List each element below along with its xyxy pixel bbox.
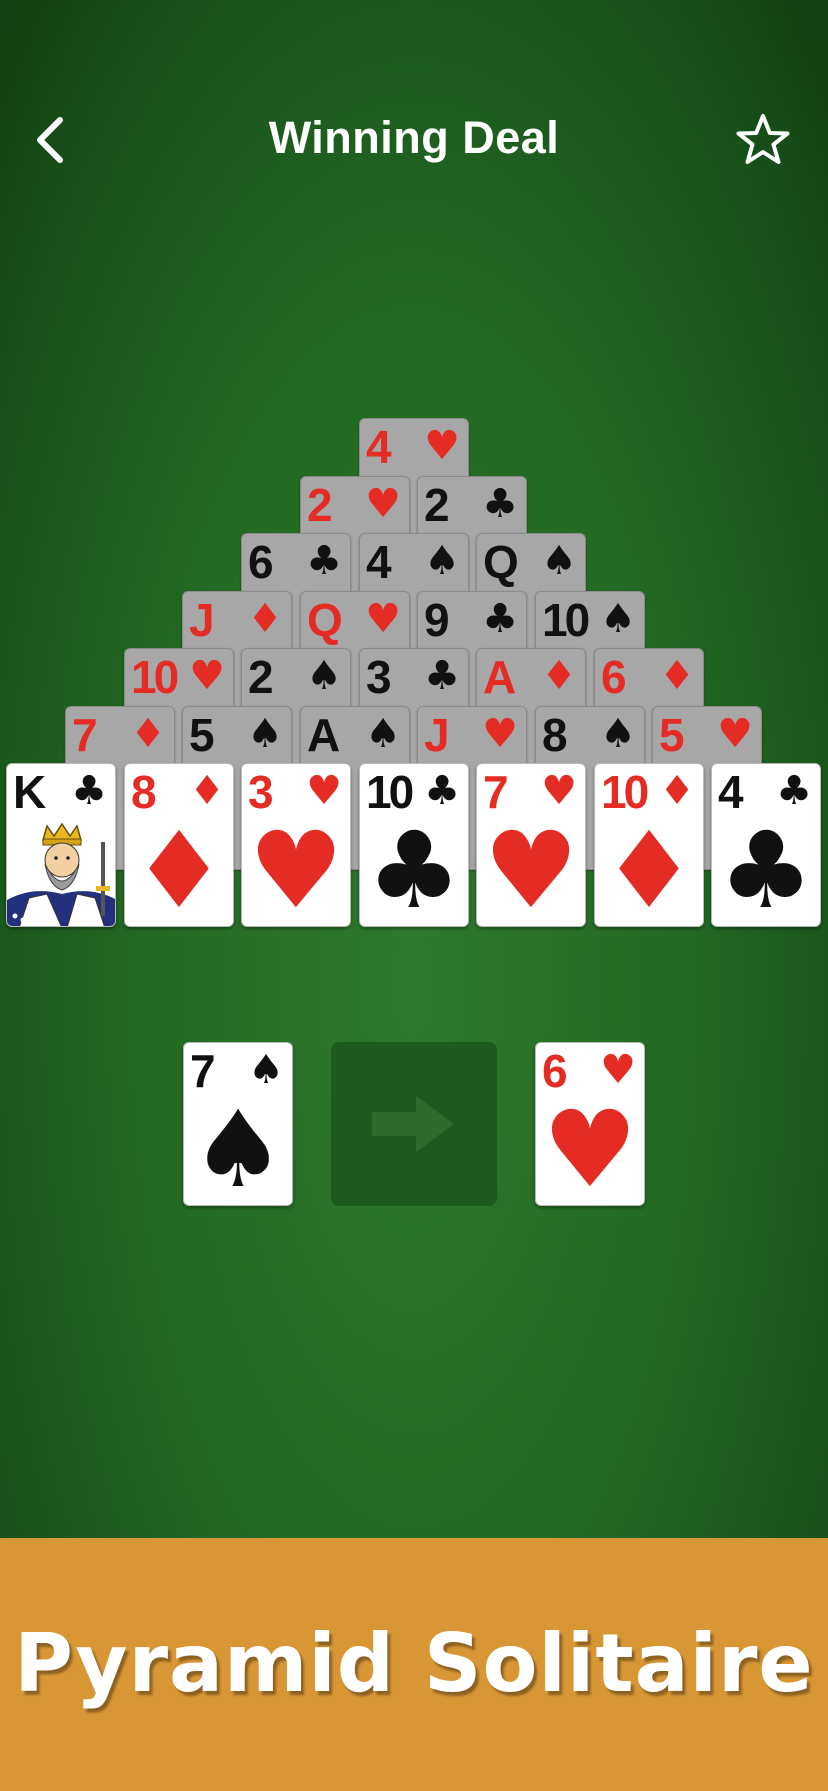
card-rank: 6 bbox=[601, 651, 627, 703]
card-suit: ♣ bbox=[482, 596, 518, 642]
card-suit: ♦ bbox=[189, 768, 225, 814]
pyramid-card[interactable]: 10 ♣ ♣ bbox=[359, 763, 469, 927]
card-rank: 7 bbox=[72, 709, 98, 761]
banner-title: Pyramid Solitaire bbox=[14, 1617, 814, 1710]
card-suit: ♦ bbox=[130, 711, 166, 757]
card-rank: J bbox=[189, 594, 215, 646]
card-suit-large: ♠ bbox=[190, 1088, 286, 1206]
card-suit: ♥ bbox=[482, 711, 518, 757]
card-suit: ♦ bbox=[247, 596, 283, 642]
card-suit: ♥ bbox=[189, 653, 225, 699]
card-suit: ♠ bbox=[247, 711, 283, 757]
pyramid-card[interactable]: 8 ♦ ♦ bbox=[124, 763, 234, 927]
card-suit: ♠ bbox=[424, 538, 460, 584]
card-rank: 2 bbox=[307, 479, 333, 531]
card-suit: ♣ bbox=[71, 768, 107, 814]
card-suit: ♠ bbox=[306, 653, 342, 699]
card-rank: 5 bbox=[659, 709, 685, 761]
star-outline-icon bbox=[736, 114, 790, 164]
card-suit-large: ♣ bbox=[718, 809, 814, 927]
stock-card[interactable]: 7 ♠ ♠ bbox=[183, 1042, 293, 1206]
card-rank: 9 bbox=[424, 594, 450, 646]
card-suit-large: ♥ bbox=[483, 809, 579, 927]
card-suit-large: ♥ bbox=[542, 1088, 638, 1206]
card-suit: ♦ bbox=[659, 768, 695, 814]
card-suit: ♥ bbox=[365, 481, 401, 527]
card-suit: ♥ bbox=[365, 596, 401, 642]
card-suit: ♠ bbox=[600, 596, 636, 642]
card-suit: ♦ bbox=[659, 653, 695, 699]
card-rank: 4 bbox=[366, 421, 392, 473]
card-suit-large: ♥ bbox=[248, 809, 344, 927]
card-suit: ♦ bbox=[541, 653, 577, 699]
card-suit: ♠ bbox=[541, 538, 577, 584]
favorite-button[interactable] bbox=[734, 112, 792, 168]
top-bar: Winning Deal bbox=[0, 0, 828, 300]
pyramid-card[interactable]: 10 ♦ ♦ bbox=[594, 763, 704, 927]
king-portrait-icon bbox=[7, 820, 115, 926]
card-suit: ♣ bbox=[424, 653, 460, 699]
card-rank: A bbox=[307, 709, 340, 761]
card-rank: 5 bbox=[189, 709, 215, 761]
card-rank: 6 bbox=[248, 536, 274, 588]
card-suit: ♥ bbox=[306, 768, 342, 814]
card-rank: 4 bbox=[366, 536, 392, 588]
pyramid-card[interactable]: K ♣ bbox=[6, 763, 116, 927]
card-suit: ♥ bbox=[424, 423, 460, 469]
card-suit: ♥ bbox=[717, 711, 753, 757]
card-suit: ♣ bbox=[424, 768, 460, 814]
waste-card[interactable]: 6 ♥ ♥ bbox=[535, 1042, 645, 1206]
card-suit: ♣ bbox=[482, 481, 518, 527]
card-rank: J bbox=[424, 709, 450, 761]
card-rank: K bbox=[13, 766, 46, 818]
card-suit-large: ♣ bbox=[366, 809, 462, 927]
pyramid-card[interactable]: 3 ♥ ♥ bbox=[241, 763, 351, 927]
card-rank: 2 bbox=[248, 651, 274, 703]
card-rank: 8 bbox=[542, 709, 568, 761]
card-suit: ♠ bbox=[365, 711, 401, 757]
pyramid-card[interactable]: 4 ♣ ♣ bbox=[711, 763, 821, 927]
draw-button[interactable] bbox=[331, 1042, 497, 1206]
card-suit: ♣ bbox=[306, 538, 342, 584]
arrow-right-icon bbox=[372, 1096, 454, 1152]
card-suit-large: ♦ bbox=[131, 809, 227, 927]
pyramid-card[interactable]: 7 ♥ ♥ bbox=[476, 763, 586, 927]
card-rank: 10 bbox=[542, 594, 590, 646]
card-rank: 10 bbox=[131, 651, 179, 703]
page-title: Winning Deal bbox=[268, 112, 560, 163]
card-suit: ♣ bbox=[776, 768, 812, 814]
card-rank: Q bbox=[307, 594, 343, 646]
card-rank: 3 bbox=[366, 651, 392, 703]
card-suit: ♠ bbox=[248, 1047, 284, 1093]
card-rank: 2 bbox=[424, 479, 450, 531]
card-suit: ♥ bbox=[600, 1047, 636, 1093]
card-rank: Q bbox=[483, 536, 519, 588]
card-rank: A bbox=[483, 651, 516, 703]
card-suit: ♠ bbox=[600, 711, 636, 757]
card-suit: ♥ bbox=[541, 768, 577, 814]
card-suit-large: ♦ bbox=[601, 809, 697, 927]
